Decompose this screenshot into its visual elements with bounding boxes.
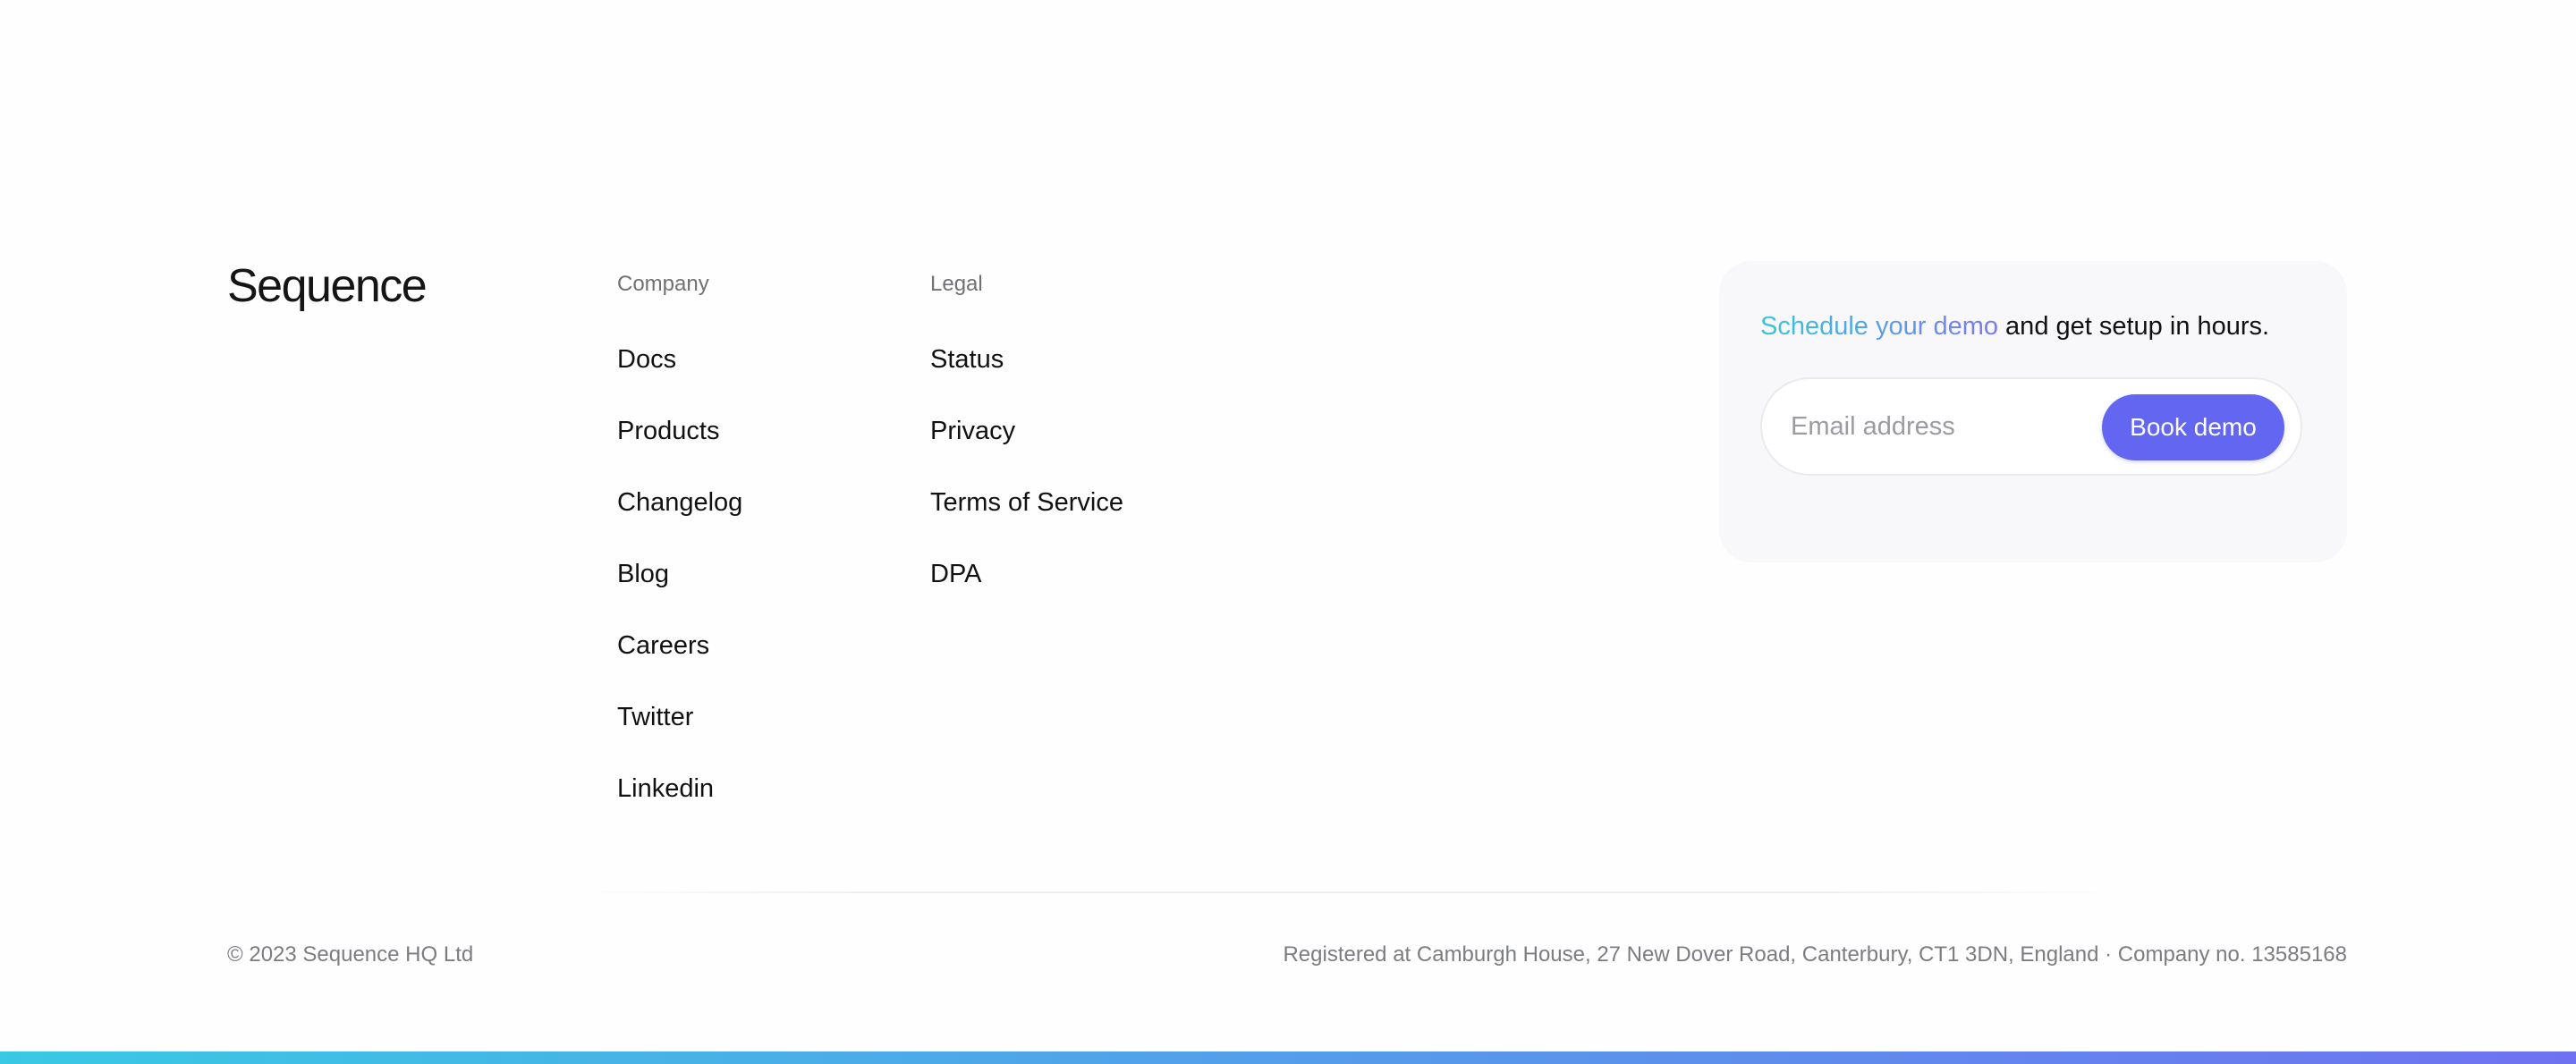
book-demo-button[interactable]: Book demo [2102,394,2284,460]
list-item: Careers [617,628,742,699]
twitter-link[interactable]: Twitter [617,703,693,731]
blog-link[interactable]: Blog [617,560,669,588]
list-item: Linkedin [617,771,742,842]
dpa-link[interactable]: DPA [930,560,981,588]
list-item: DPA [930,556,1123,628]
list-item: Docs [617,342,742,413]
status-link[interactable]: Status [930,345,1004,374]
registered-address: Registered at Camburgh House, 27 New Dov… [1283,942,2347,967]
accent-gradient-bar [0,1051,2576,1064]
products-link[interactable]: Products [617,417,719,445]
list-item: Twitter [617,699,742,771]
list-item: Blog [617,556,742,628]
legal-nav: Legal Status Privacy Terms of Service DP… [930,272,1123,628]
brand-logo[interactable]: Sequence [227,263,428,309]
changelog-link[interactable]: Changelog [617,488,742,517]
footer-divider [572,891,2120,893]
privacy-link[interactable]: Privacy [930,417,1015,445]
careers-link[interactable]: Careers [617,631,709,660]
footer: Sequence Company Docs Products Changelog… [0,0,2576,1051]
demo-highlight-text: Schedule your demo [1760,312,1998,341]
page: Sequence Company Docs Products Changelog… [0,0,2576,1064]
list-item: Products [617,413,742,485]
linkedin-link[interactable]: Linkedin [617,774,714,803]
demo-rest-text: and get setup in hours. [1998,312,2270,341]
list-item: Status [930,342,1123,413]
demo-signup-card: Schedule your demo and get setup in hour… [1719,261,2347,562]
terms-of-service-link[interactable]: Terms of Service [930,488,1123,517]
demo-form: Book demo [1760,377,2302,476]
docs-link[interactable]: Docs [617,345,676,374]
legal-heading: Legal [930,272,983,296]
list-item: Terms of Service [930,485,1123,556]
demo-headline: Schedule your demo and get setup in hour… [1760,308,2269,344]
list-item: Privacy [930,413,1123,485]
company-nav: Company Docs Products Changelog Blog Car… [617,272,742,842]
list-item: Changelog [617,485,742,556]
company-links: Docs Products Changelog Blog Careers Twi… [617,342,742,842]
company-heading: Company [617,272,709,296]
email-input[interactable] [1791,404,2086,449]
legal-links: Status Privacy Terms of Service DPA [930,342,1123,628]
copyright-text: © 2023 Sequence HQ Ltd [227,942,474,967]
